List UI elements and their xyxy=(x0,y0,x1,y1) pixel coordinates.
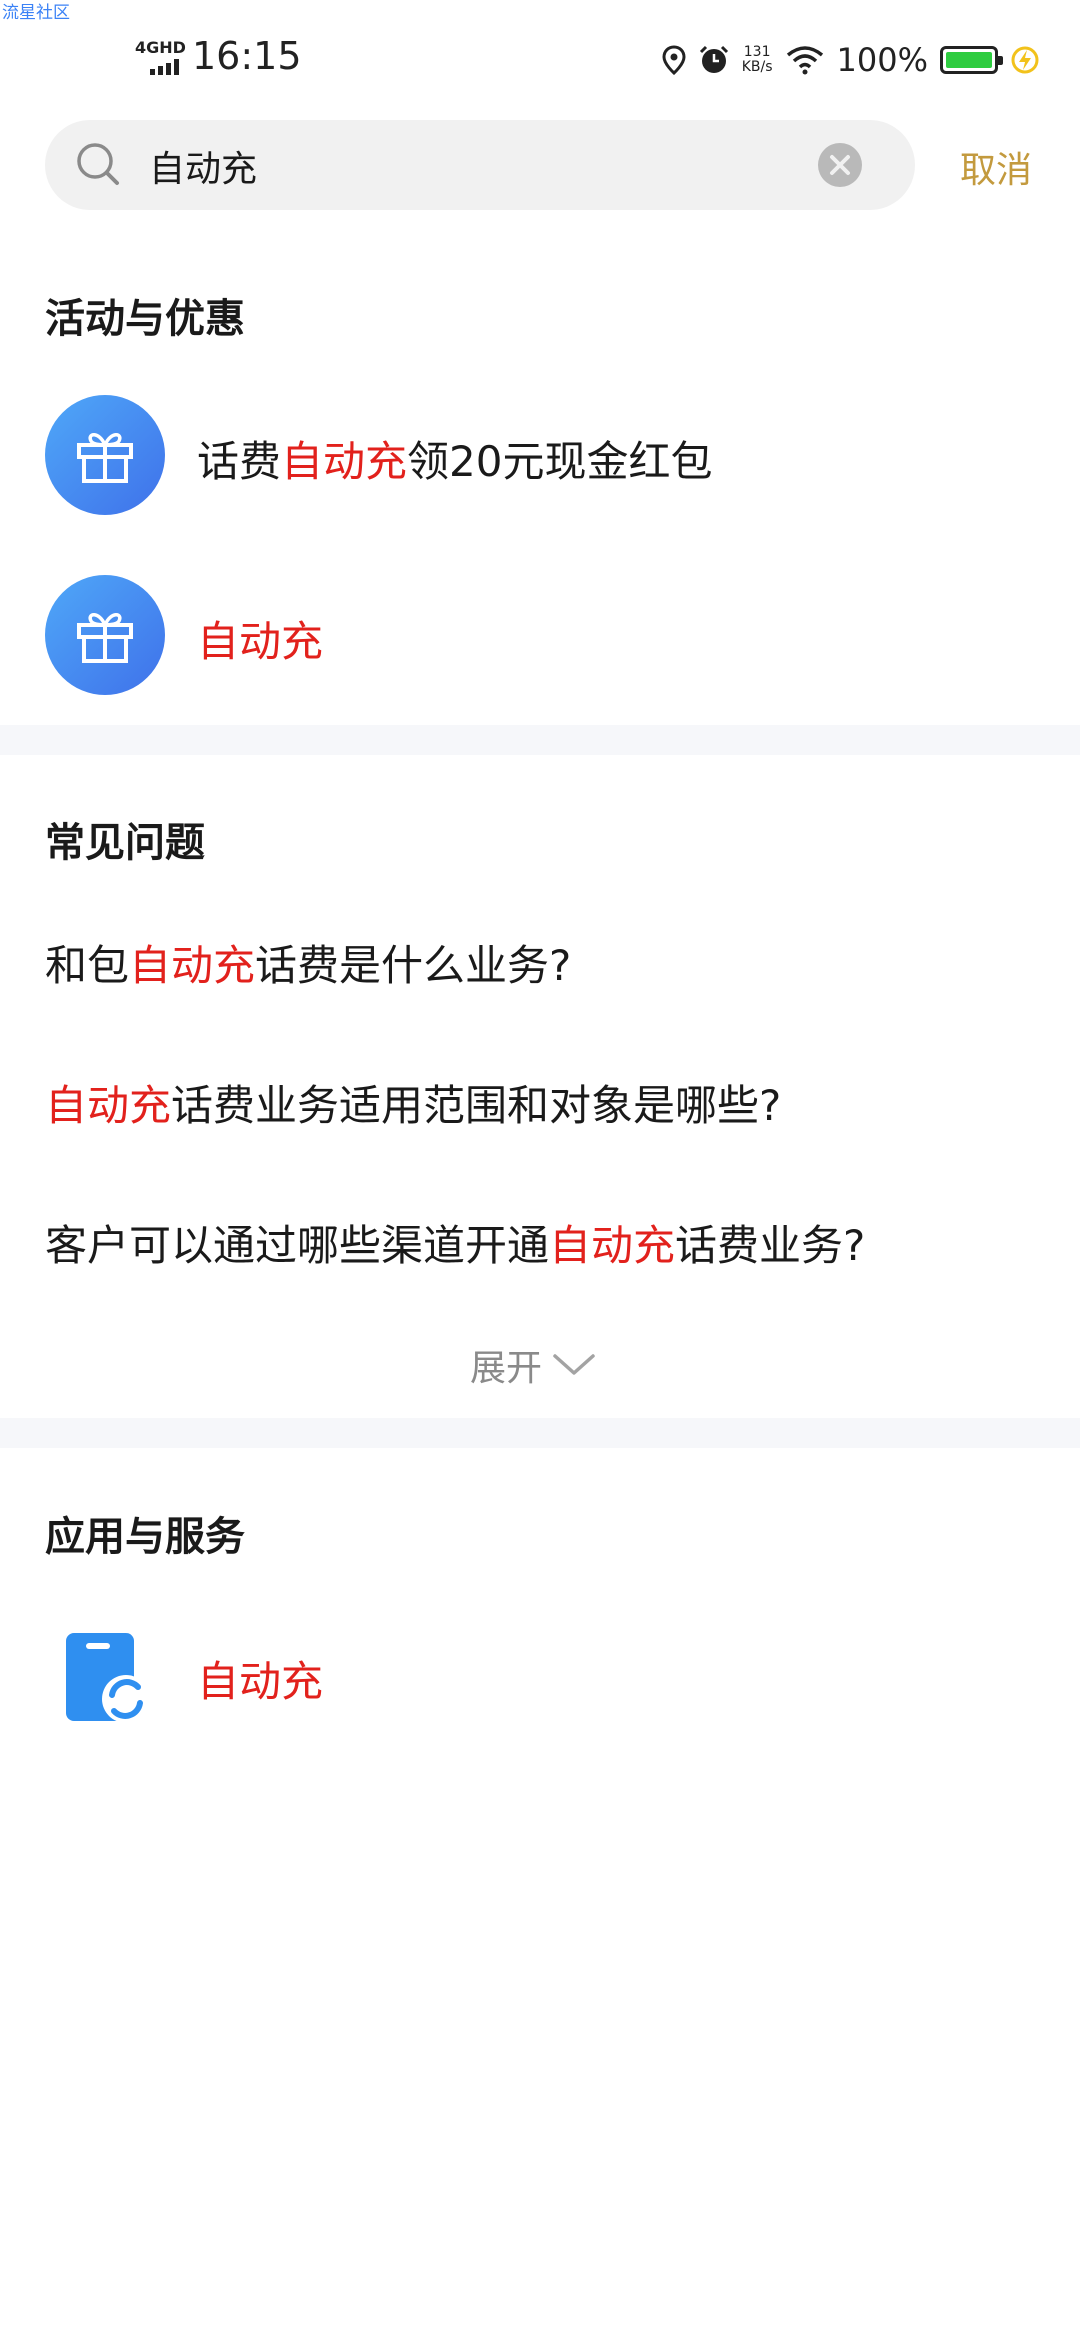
network-indicator: 4GHD xyxy=(135,38,186,78)
search-input[interactable] xyxy=(147,134,831,198)
status-bar: 4GHD 16:15 131 KB/s 100% xyxy=(0,0,1080,120)
faq-text-highlight: 自动充 xyxy=(129,941,256,990)
faq-text-highlight: 自动充 xyxy=(549,1221,676,1270)
gift-icon xyxy=(45,395,165,515)
charging-icon xyxy=(1011,46,1039,74)
promo-item-title: 自动充 xyxy=(197,608,323,669)
faq-item[interactable]: 和包自动充话费是什么业务? xyxy=(45,932,571,993)
expand-button[interactable]: 展开 xyxy=(470,1340,596,1390)
faq-text-plain: 话费业务适用范围和对象是哪些? xyxy=(171,1081,782,1130)
promo-item-title: 话费自动充领20元现金红包 xyxy=(197,428,712,489)
battery-fill xyxy=(946,52,992,68)
network-speed: 131 KB/s xyxy=(742,45,773,75)
faq-item[interactable]: 自动充话费业务适用范围和对象是哪些? xyxy=(45,1072,781,1133)
status-right-group: 131 KB/s 100% xyxy=(662,38,1040,82)
phone-refresh-icon xyxy=(66,1633,150,1723)
faq-text-plain: 和包 xyxy=(45,941,130,990)
network-type-label: 4GHD xyxy=(135,38,186,57)
apps-section-title: 应用与服务 xyxy=(45,1514,245,1560)
promo-text-plain: 领20元现金红包 xyxy=(407,437,713,486)
promotions-section-title: 活动与优惠 xyxy=(45,296,245,342)
app-item[interactable]: 自动充 xyxy=(0,1620,1080,1730)
promo-item[interactable]: 自动充 xyxy=(0,570,1080,700)
signal-icon xyxy=(150,59,179,75)
alarm-icon xyxy=(699,45,728,73)
promo-text-highlight: 自动充 xyxy=(197,617,324,666)
app-text-highlight: 自动充 xyxy=(197,1657,324,1706)
faq-text-plain: 话费业务? xyxy=(675,1221,866,1270)
battery-percent: 100% xyxy=(836,41,928,79)
wifi-icon xyxy=(786,46,823,75)
battery-icon xyxy=(940,46,1003,74)
section-divider xyxy=(0,725,1080,755)
faq-text-highlight: 自动充 xyxy=(45,1081,172,1130)
network-speed-value: 131 xyxy=(743,44,771,60)
location-icon xyxy=(662,45,686,75)
expand-label: 展开 xyxy=(470,1348,543,1389)
status-time: 16:15 xyxy=(192,34,302,78)
promo-text-highlight: 自动充 xyxy=(281,437,408,486)
chevron-down-icon xyxy=(553,1354,595,1375)
promo-text-plain: 话费 xyxy=(197,437,282,486)
search-icon xyxy=(77,143,119,185)
clear-search-icon[interactable] xyxy=(817,142,863,188)
app-item-title: 自动充 xyxy=(197,1648,323,1709)
gift-icon xyxy=(45,575,165,695)
faq-text-plain: 客户可以通过哪些渠道开通 xyxy=(45,1221,550,1270)
faq-text-plain: 话费是什么业务? xyxy=(255,941,572,990)
cancel-button[interactable]: 取消 xyxy=(960,141,1032,193)
search-bar[interactable] xyxy=(45,120,915,210)
promo-item[interactable]: 话费自动充领20元现金红包 xyxy=(0,390,1080,520)
faq-section-title: 常见问题 xyxy=(45,820,205,866)
network-speed-unit: KB/s xyxy=(741,59,773,75)
section-divider xyxy=(0,1418,1080,1448)
faq-item[interactable]: 客户可以通过哪些渠道开通自动充话费业务? xyxy=(45,1212,865,1273)
